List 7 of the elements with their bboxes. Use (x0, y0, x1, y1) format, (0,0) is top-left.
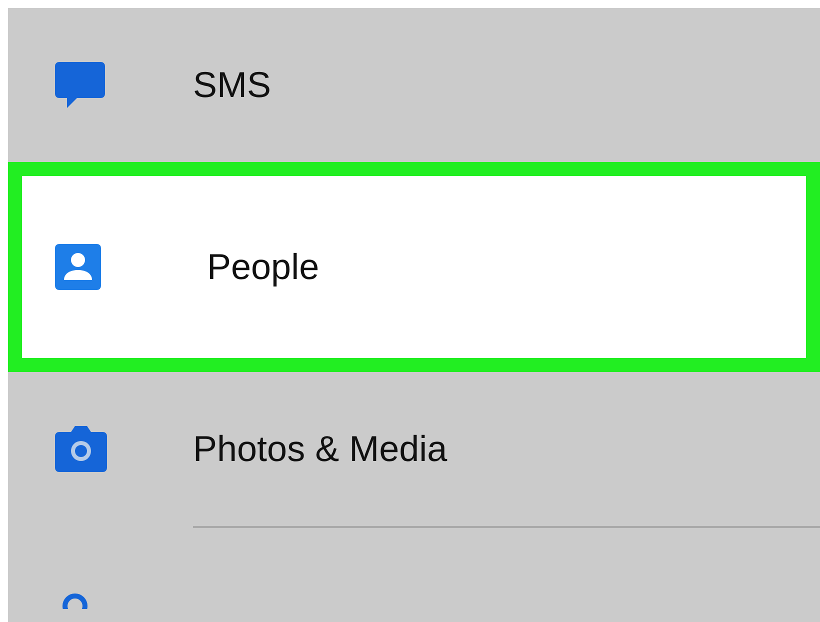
camera-icon (55, 426, 107, 472)
contact-card-icon (55, 244, 101, 290)
row-label: People (206, 246, 320, 288)
row-label: SMS (192, 64, 272, 106)
chat-bubble-icon (55, 62, 105, 108)
row-label: Photos & Media (192, 428, 448, 470)
highlighted-settings-row[interactable]: People (8, 162, 820, 372)
